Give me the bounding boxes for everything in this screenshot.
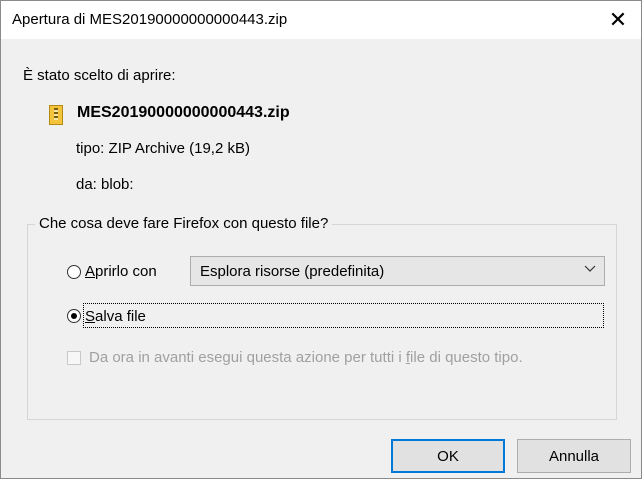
zip-file-icon [49, 105, 63, 125]
ok-button-label: OK [437, 447, 459, 465]
title-bar: Apertura di MES20190000000000443.zip ✕ [1, 1, 641, 40]
open-with-radio[interactable] [67, 265, 81, 279]
file-source-value: blob: [101, 176, 134, 193]
close-icon: ✕ [608, 7, 628, 32]
window-title: Apertura di MES20190000000000443.zip [12, 11, 288, 28]
cancel-button-label: Annulla [548, 447, 600, 465]
remember-choice-label: Da ora in avanti esegui questa azione pe… [89, 349, 523, 366]
open-with-mnemonic: A [85, 263, 96, 280]
remember-choice-suffix: ile di questo tipo. [410, 349, 523, 366]
save-file-focus-rect [83, 303, 604, 328]
ok-button[interactable]: OK [391, 439, 505, 473]
open-with-app-select[interactable]: Esplora risorse (predefinita) [190, 256, 605, 286]
close-button[interactable]: ✕ [595, 1, 641, 39]
file-name: MES20190000000000443.zip [77, 104, 290, 121]
remember-choice-checkbox[interactable] [67, 351, 81, 365]
open-with-label-rest: prirlo con [95, 263, 157, 280]
save-file-label[interactable]: Salva file [85, 308, 146, 325]
file-type-label: tipo: [76, 140, 105, 157]
action-group-label: Che cosa deve fare Firefox con questo fi… [35, 215, 333, 232]
open-file-dialog: Apertura di MES20190000000000443.zip ✕ È… [0, 0, 642, 479]
chevron-down-icon [584, 265, 596, 272]
remember-choice-prefix: Da ora in avanti esegui questa azione pe… [89, 349, 406, 366]
open-with-app-value: Esplora risorse (predefinita) [200, 263, 385, 280]
file-source-label: da: [76, 176, 97, 193]
open-with-label[interactable]: Aprirlo con [85, 263, 157, 280]
file-type-row: tipo: ZIP Archive (19,2 kB) [76, 140, 250, 157]
save-file-mnemonic: S [85, 308, 96, 325]
save-file-label-rest: alva file [95, 308, 146, 325]
cancel-button[interactable]: Annulla [517, 439, 631, 473]
file-source-row: da: blob: [76, 176, 134, 193]
chosen-to-open-label: È stato scelto di aprire: [23, 67, 176, 84]
save-file-radio[interactable] [67, 309, 81, 323]
file-type-value: ZIP Archive (19,2 kB) [108, 140, 250, 157]
dialog-content: È stato scelto di aprire: MES20190000000… [1, 39, 641, 478]
